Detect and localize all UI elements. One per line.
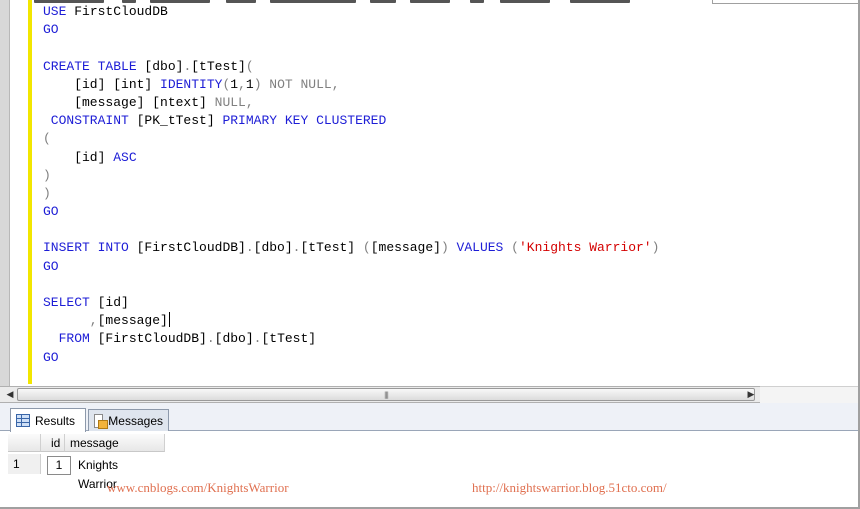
code-token: FROM (43, 331, 98, 347)
code-token: GO (43, 349, 59, 365)
code-token: [id] (97, 295, 129, 310)
scroll-left-arrow-icon[interactable]: ◀ (2, 387, 18, 402)
code-token: [dbo] (144, 58, 184, 74)
editor-margin (0, 0, 10, 386)
code-token: PRIMARY KEY CLUSTERED (222, 113, 387, 129)
code-token: 'Knights Warrior' (518, 240, 652, 256)
code-token: ) NOT NULL, (253, 76, 340, 92)
code-token: [message] [ntext] (43, 94, 215, 110)
code-token: IDENTITY (160, 76, 223, 92)
code-token: , (43, 313, 98, 329)
text-caret (168, 312, 170, 328)
code-token: INSERT INTO (43, 240, 137, 256)
code-token: SELECT (43, 295, 98, 310)
tab-messages-label: Messages (108, 413, 163, 428)
code-token: 1 (230, 76, 239, 92)
scroll-right-arrow-icon[interactable]: ▶ (743, 387, 759, 402)
code-token: NULL, (214, 94, 254, 110)
code-token: . (245, 240, 254, 256)
code-token: VALUES (448, 240, 512, 256)
scrollbar-thumb[interactable]: ||| (17, 388, 755, 401)
code-token: [dbo] (214, 331, 254, 347)
code-token: ) (43, 185, 51, 201)
code-line[interactable] (43, 39, 659, 57)
row-header[interactable]: 1 (8, 454, 41, 474)
sql-code[interactable]: USE FirstCloudDB GO CREATE TABLE [dbo].[t… (43, 3, 659, 367)
grid-header: id message (8, 434, 165, 452)
code-line[interactable]: [id] [int] IDENTITY(1,1) NOT NULL, (43, 76, 659, 94)
code-line[interactable]: ) (43, 167, 659, 185)
code-token: ( (43, 131, 51, 147)
tab-results[interactable]: Results (10, 408, 86, 432)
code-token: ) (43, 167, 51, 183)
code-token: FirstCloudDB (74, 4, 168, 19)
code-token: USE (43, 4, 75, 19)
scrollbar-grip-icon: ||| (383, 390, 389, 399)
code-token: [tTest] (300, 240, 363, 256)
code-token: . (206, 331, 215, 347)
scroll-corner (760, 386, 860, 403)
horizontal-scrollbar[interactable]: ◀ ||| ▶ (0, 386, 760, 403)
code-token: CREATE TABLE (43, 58, 145, 74)
code-line[interactable]: GO (43, 21, 659, 39)
code-token: GO (43, 22, 59, 38)
code-token: ( (511, 240, 519, 256)
code-token: ) (651, 240, 660, 256)
code-token: ( (362, 240, 371, 256)
code-token: GO (43, 258, 59, 274)
code-token: [id] [int] (43, 76, 161, 92)
results-pane: Results Messages id message 1 1 Knights … (0, 403, 860, 509)
code-token: [PK_tTest] (136, 113, 223, 129)
tab-results-label: Results (35, 413, 76, 428)
code-token: [tTest] (261, 331, 317, 347)
code-token: GO (43, 204, 59, 220)
watermark-right: http://knightswarrior.blog.51cto.com/ (472, 480, 667, 495)
code-line[interactable]: [id] ASC (43, 149, 659, 167)
code-line[interactable]: GO (43, 203, 659, 221)
code-token: [dbo] (253, 240, 293, 256)
code-token: [id] (43, 149, 114, 165)
code-token: [tTest] (191, 58, 246, 74)
code-token: CONSTRAINT (43, 113, 137, 129)
cell-id[interactable]: 1 (47, 456, 71, 475)
code-line[interactable]: ,[message] (43, 312, 659, 330)
message-icon (94, 413, 109, 429)
code-line[interactable]: ) (43, 185, 659, 203)
code-token: 1 (245, 76, 254, 92)
code-line[interactable] (43, 276, 659, 294)
code-line[interactable]: [message] [ntext] NULL, (43, 94, 659, 112)
code-token: [message] (97, 313, 168, 329)
code-token: , (238, 76, 246, 92)
code-line[interactable]: FROM [FirstCloudDB].[dbo].[tTest] (43, 330, 659, 348)
code-line[interactable]: CREATE TABLE [dbo].[tTest]( (43, 58, 659, 76)
code-token: [FirstCloudDB] (97, 331, 207, 347)
change-tracking-bar (28, 0, 32, 384)
code-token: ) (440, 240, 449, 256)
code-token: ( (245, 58, 254, 74)
column-header-message[interactable]: message (65, 434, 165, 452)
code-line[interactable]: GO (43, 349, 659, 367)
code-token: [FirstCloudDB] (136, 240, 246, 256)
code-token: [message] (370, 240, 441, 256)
code-line[interactable]: SELECT [id] (43, 294, 659, 312)
code-token: ASC (113, 149, 137, 165)
column-header-id[interactable]: id (41, 434, 65, 452)
cell-message[interactable]: Knights Warrior (78, 456, 118, 491)
results-tab-bar: Results Messages (0, 403, 860, 432)
grid-icon (16, 414, 30, 427)
grid-corner[interactable] (8, 434, 41, 452)
code-line[interactable]: GO (43, 258, 659, 276)
code-line[interactable]: CONSTRAINT [PK_tTest] PRIMARY KEY CLUSTE… (43, 112, 659, 130)
code-line[interactable] (43, 221, 659, 239)
tab-messages[interactable]: Messages (88, 409, 169, 431)
query-editor[interactable]: USE FirstCloudDB GO CREATE TABLE [dbo].[t… (0, 0, 860, 386)
toolbar-fragment (712, 0, 860, 4)
code-line[interactable]: ( (43, 130, 659, 148)
watermark-left: www.cnblogs.com/KnightsWarrior (107, 480, 289, 495)
code-line[interactable]: INSERT INTO [FirstCloudDB].[dbo].[tTest]… (43, 239, 659, 257)
code-line[interactable]: USE FirstCloudDB (43, 3, 659, 21)
